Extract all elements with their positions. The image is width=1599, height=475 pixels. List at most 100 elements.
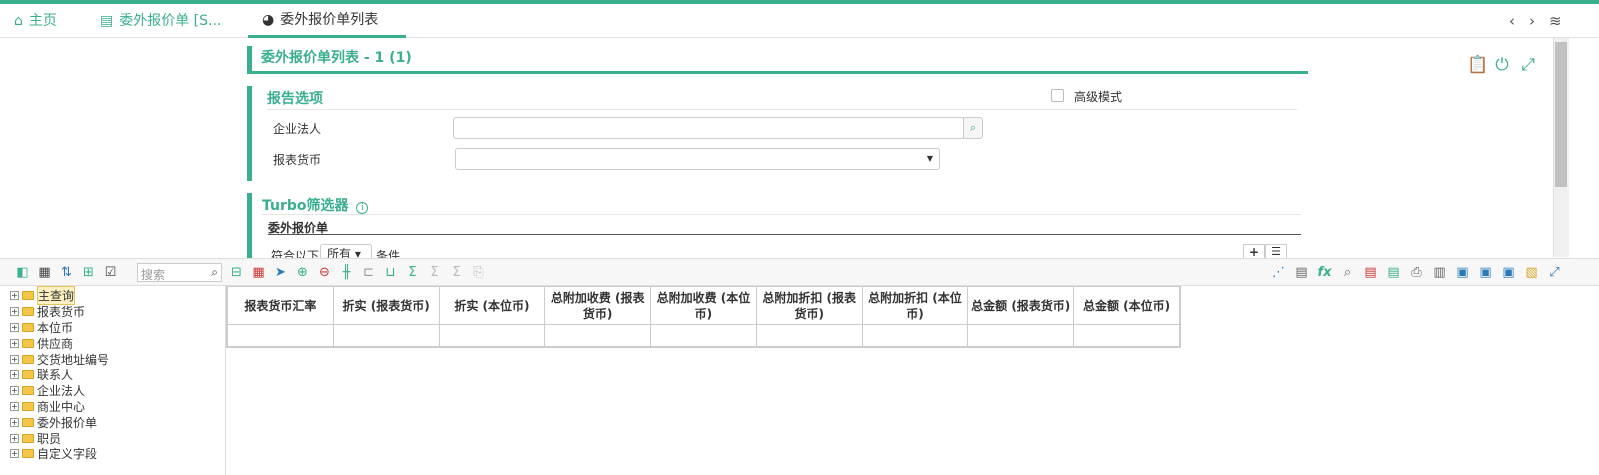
grid-cell[interactable]: [438, 324, 546, 347]
column-header[interactable]: 总附加收费 (本位币): [650, 286, 757, 325]
save-as-icon[interactable]: ▣: [1477, 264, 1494, 281]
legal-entity-input[interactable]: [453, 117, 964, 139]
legal-entity-label: 企业法人: [273, 122, 322, 136]
fullscreen-icon[interactable]: ⤢: [1546, 264, 1563, 281]
expand-icon[interactable]: +: [10, 307, 19, 317]
grid-cell[interactable]: [861, 324, 969, 347]
chart-icon[interactable]: ⋰: [1270, 264, 1287, 281]
search-icon[interactable]: ⌕: [963, 117, 983, 139]
grid-cell[interactable]: [544, 324, 652, 347]
tree-item[interactable]: + 供应商: [10, 335, 225, 351]
clipboard-copy-icon[interactable]: ▧: [1523, 264, 1540, 281]
column-header[interactable]: 总附加折扣 (本位币): [861, 286, 969, 325]
tree-item-label: 职员: [37, 431, 62, 446]
tree-item[interactable]: + 职员: [10, 430, 225, 446]
expand-icon[interactable]: +: [10, 354, 19, 364]
currency-select[interactable]: ▼: [455, 148, 940, 170]
add-icon[interactable]: ⊞: [80, 264, 97, 281]
excel-icon[interactable]: ▤: [1385, 264, 1402, 281]
grid-cell[interactable]: [227, 324, 334, 347]
page-scrollbar-thumb[interactable]: [1555, 42, 1567, 187]
expand-icon[interactable]: ⤢: [1519, 56, 1537, 74]
column-header[interactable]: 总金额 (本位币): [1073, 286, 1180, 325]
pivot-icon[interactable]: ▤: [1293, 264, 1310, 281]
grid-cell[interactable]: [650, 324, 757, 347]
expand-icon[interactable]: +: [10, 433, 19, 443]
condition-list-button[interactable]: ☰: [1265, 244, 1287, 258]
insert-icon[interactable]: ⊕: [294, 264, 311, 281]
total-icon[interactable]: Σ: [448, 264, 465, 281]
delete-icon[interactable]: ⊖: [316, 264, 333, 281]
tree-item[interactable]: + 主查询: [10, 286, 225, 306]
format-icon[interactable]: ⎘: [470, 264, 487, 281]
column-header[interactable]: 总附加收费 (报表货币): [544, 286, 652, 325]
expand-icon[interactable]: +: [10, 401, 19, 411]
chevron-right-icon[interactable]: ›: [1529, 12, 1535, 30]
column-header[interactable]: 折实 (报表货币): [332, 286, 440, 325]
turbo-filter-title: Turbo筛选器: [262, 198, 349, 214]
chevron-left-icon[interactable]: ‹: [1509, 12, 1515, 30]
tab-quote-list-label: 委外报价单列表: [280, 11, 379, 28]
tree-item[interactable]: + 本位币: [10, 320, 225, 336]
column-width-icon[interactable]: ⊔: [382, 264, 399, 281]
tree-item[interactable]: + 商业中心: [10, 399, 225, 415]
clipboard-icon[interactable]: 📋: [1467, 56, 1488, 74]
layers-icon[interactable]: ≋: [1549, 12, 1562, 30]
toolbar-search-input[interactable]: 搜索 ⌕: [137, 263, 222, 282]
column-header[interactable]: 总附加折扣 (报表货币): [755, 286, 863, 325]
match-select[interactable]: 所有 ▾: [320, 244, 372, 258]
select-icon[interactable]: ☑: [102, 264, 119, 281]
run-icon[interactable]: ➤: [272, 264, 289, 281]
sum-icon[interactable]: Σ: [404, 264, 421, 281]
remove-column-icon[interactable]: ⊟: [228, 264, 245, 281]
expand-icon[interactable]: +: [10, 449, 19, 459]
add-condition-button[interactable]: +: [1243, 244, 1265, 258]
formula-icon[interactable]: fx: [1316, 264, 1333, 281]
currency-label: 报表货币: [273, 153, 322, 167]
merge-icon[interactable]: ⊏: [360, 264, 377, 281]
info-icon[interactable]: i: [356, 202, 369, 214]
tree-item[interactable]: + 委外报价单: [10, 414, 225, 430]
column-header[interactable]: 报表货币汇率: [227, 286, 334, 325]
tree-item[interactable]: + 自定义字段: [10, 446, 225, 462]
field-tree: + 主查询 + 报表货币 + 本位币 + 供应商 + 交货地址编号 + 联系人 + 企业法人 + 商业中心 + 委…: [0, 286, 226, 475]
tab-quote-label: 委外报价单 [S...: [119, 13, 222, 29]
tab-quote[interactable]: ▤ 委外报价单 [S...: [100, 4, 221, 38]
expand-icon[interactable]: +: [10, 322, 19, 332]
split-icon[interactable]: ╫: [338, 264, 355, 281]
tree-item[interactable]: + 交货地址编号: [10, 351, 225, 367]
print-settings-icon[interactable]: ⎙: [1408, 264, 1425, 281]
turbo-filter-section: Turbo筛选器 i 委外报价单 符合以下 所有 ▾ 条件 + ☰: [247, 193, 1301, 258]
grid-cell[interactable]: [332, 324, 440, 347]
grid-cell[interactable]: [967, 324, 1075, 347]
tree-item[interactable]: + 联系人: [10, 367, 225, 383]
advanced-mode-checkbox[interactable]: [1051, 89, 1064, 102]
power-icon[interactable]: ⏻: [1493, 56, 1511, 74]
expand-icon[interactable]: +: [10, 417, 19, 427]
page-title: 委外报价单列表 - 1 (1): [247, 46, 1308, 74]
expand-icon[interactable]: +: [10, 338, 19, 348]
dropdown-arrow-icon: ▼: [926, 154, 933, 163]
column-header[interactable]: 总金额 (报表货币): [967, 286, 1075, 325]
find-icon[interactable]: ⌕: [1339, 264, 1356, 281]
column-header[interactable]: 折实 (本位币): [438, 286, 546, 325]
pdf-icon[interactable]: ▤: [1362, 264, 1379, 281]
tree-item[interactable]: + 企业法人: [10, 383, 225, 399]
save-delete-icon[interactable]: ▣: [1500, 264, 1517, 281]
grid-view-icon[interactable]: ▦: [36, 264, 53, 281]
grid-cell[interactable]: [1073, 324, 1180, 347]
tab-quote-list[interactable]: ◕ 委外报价单列表: [248, 4, 406, 38]
collapse-panel-icon[interactable]: ◧: [14, 264, 31, 281]
remove-row-icon[interactable]: ▦: [250, 264, 267, 281]
tab-home[interactable]: ⌂ 主页: [14, 4, 57, 38]
expand-icon[interactable]: +: [10, 370, 19, 380]
save-icon[interactable]: ▣: [1454, 264, 1471, 281]
expand-icon[interactable]: +: [10, 386, 19, 396]
search-icon[interactable]: ⌕: [211, 265, 218, 280]
tree-item[interactable]: + 报表货币: [10, 304, 225, 320]
subtotal-icon[interactable]: Σ: [426, 264, 443, 281]
expand-icon[interactable]: +: [10, 291, 19, 301]
grid-cell[interactable]: [755, 324, 863, 347]
export-icon[interactable]: ▥: [1431, 264, 1448, 281]
sort-az-icon[interactable]: ⇅: [58, 264, 75, 281]
